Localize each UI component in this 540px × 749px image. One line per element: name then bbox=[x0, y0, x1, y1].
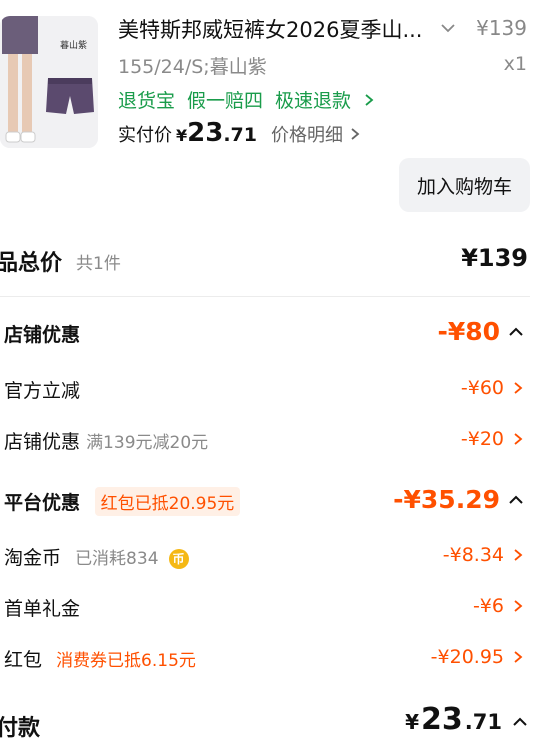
chevron-up-icon bbox=[509, 327, 523, 336]
official-cut-row[interactable]: -¥60 bbox=[461, 377, 524, 399]
total-price-value: ¥139 bbox=[461, 244, 528, 272]
hongbao-label: 红包 bbox=[4, 649, 43, 671]
taojinbi-consumed: 已消耗834 bbox=[75, 549, 159, 569]
add-to-cart-button[interactable]: 加入购物车 bbox=[399, 158, 530, 212]
taojinbi-row[interactable]: -¥8.34 bbox=[443, 544, 524, 566]
paid-price-decimal: .71 bbox=[223, 124, 257, 146]
payment-currency: ¥ bbox=[405, 710, 420, 734]
store-discount-toggle[interactable]: -¥80 bbox=[437, 317, 524, 346]
chevron-up-icon bbox=[513, 717, 527, 726]
chevron-right-icon bbox=[351, 128, 360, 140]
service-tag-return: 退货宝 bbox=[118, 90, 176, 112]
chevron-up-icon bbox=[509, 495, 523, 504]
paid-price-integer: 23 bbox=[187, 118, 224, 148]
payment-label: 付款 bbox=[0, 716, 41, 741]
payment-decimal: .71 bbox=[464, 710, 502, 734]
hongbao-tag: 消费券已抵6.15元 bbox=[56, 651, 196, 671]
chevron-right-icon bbox=[514, 600, 523, 612]
price-detail-link[interactable]: 价格明细 bbox=[271, 121, 361, 147]
first-gift-value: -¥6 bbox=[472, 595, 504, 617]
total-price-label: 品总价 bbox=[0, 251, 63, 276]
first-gift-label: 首单礼金 bbox=[4, 598, 81, 620]
service-tag-guarantee: 假一赔四 bbox=[187, 90, 264, 112]
product-price: ¥139 bbox=[476, 16, 527, 40]
payment-integer: 23 bbox=[421, 702, 463, 737]
official-cut-label: 官方立减 bbox=[4, 380, 81, 402]
hongbao-value: -¥20.95 bbox=[430, 646, 504, 668]
taojinbi-label: 淘金币 bbox=[4, 547, 62, 569]
taojinbi-value: -¥8.34 bbox=[442, 544, 504, 566]
chevron-right-icon bbox=[514, 433, 523, 445]
store-coupon-row-label: 店铺优惠 满139元减20元 bbox=[4, 427, 208, 454]
chevron-right-icon bbox=[514, 651, 523, 663]
official-cut-value: -¥60 bbox=[460, 377, 504, 399]
chevron-right-icon bbox=[514, 382, 523, 394]
chevron-right-icon bbox=[365, 93, 374, 106]
chevron-right-icon bbox=[514, 549, 523, 561]
product-thumbnail[interactable]: 暮山紫 bbox=[0, 16, 98, 148]
first-gift-row[interactable]: -¥6 bbox=[473, 595, 524, 617]
paid-price-row: 实付价 ¥ 23 .71 价格明细 bbox=[118, 118, 361, 148]
divider bbox=[0, 296, 530, 297]
store-coupon-row[interactable]: -¥20 bbox=[461, 428, 524, 450]
platform-discount-row-label: 平台优惠 红包已抵20.95元 bbox=[4, 487, 241, 516]
store-discount-label: 店铺优惠 bbox=[4, 324, 81, 346]
product-image bbox=[0, 16, 98, 148]
chevron-down-icon[interactable] bbox=[440, 20, 456, 36]
platform-discount-label: 平台优惠 bbox=[4, 492, 81, 514]
paid-price-currency: ¥ bbox=[176, 126, 188, 145]
store-discount-value: -¥80 bbox=[437, 317, 500, 346]
platform-discount-value: -¥35.29 bbox=[393, 485, 500, 514]
store-coupon-label: 店铺优惠 bbox=[4, 431, 81, 453]
item-count: 共1件 bbox=[76, 254, 121, 274]
paid-price-label: 实付价 bbox=[118, 125, 172, 146]
hongbao-row[interactable]: -¥20.95 bbox=[431, 646, 524, 668]
hongbao-row-label: 红包 消费券已抵6.15元 bbox=[4, 645, 196, 672]
store-coupon-value: -¥20 bbox=[460, 428, 504, 450]
product-title[interactable]: 美特斯邦威短裤女2026夏季山... bbox=[118, 14, 433, 44]
product-spec[interactable]: 155/24/S;暮山紫 bbox=[118, 52, 267, 79]
payment-total-toggle[interactable]: ¥ 23 .71 bbox=[405, 702, 528, 737]
platform-discount-tag: 红包已抵20.95元 bbox=[94, 487, 241, 516]
thumbnail-tag: 暮山紫 bbox=[60, 41, 88, 51]
platform-discount-toggle[interactable]: -¥35.29 bbox=[393, 485, 524, 514]
service-tag-refund: 极速退款 bbox=[275, 90, 352, 112]
price-detail-label: 价格明细 bbox=[271, 125, 343, 146]
service-tags[interactable]: 退货宝 假一赔四 极速退款 bbox=[118, 86, 375, 113]
coin-icon: 币 bbox=[168, 548, 189, 569]
store-coupon-condition: 满139元减20元 bbox=[86, 433, 209, 453]
product-quantity: x1 bbox=[503, 53, 527, 75]
taojinbi-row-label: 淘金币 已消耗834 币 bbox=[4, 543, 189, 570]
